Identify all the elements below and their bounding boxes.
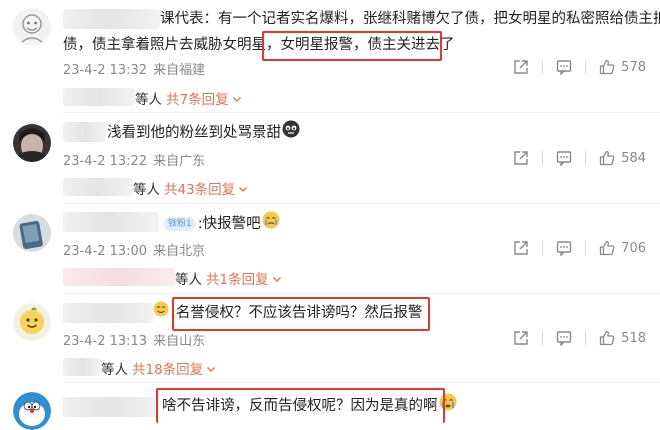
share-icon (513, 240, 529, 256)
highlight-box (172, 297, 430, 331)
tear-emoji-icon (282, 120, 300, 146)
reply-people: 等人 (175, 272, 202, 288)
reply-people: 等人 (133, 182, 160, 198)
like-button[interactable]: 706 (599, 240, 646, 256)
avatar[interactable] (13, 392, 51, 430)
like-count: 706 (621, 240, 646, 256)
blurred-username[interactable] (63, 122, 107, 142)
blurred-reply-users[interactable] (63, 358, 101, 376)
separator (63, 203, 660, 204)
reply-count[interactable]: 共18条回复 (132, 362, 203, 378)
chevron-down-icon (272, 272, 282, 288)
separator (63, 382, 660, 383)
reply-people: 等人 (135, 92, 162, 108)
comment-location: 来自山东 (153, 334, 206, 349)
like-button[interactable]: 578 (599, 59, 646, 75)
smile-emoji-icon (153, 301, 169, 325)
comment-location: 来自福建 (153, 63, 206, 78)
comment-icon (556, 240, 572, 256)
like-count: 518 (621, 330, 646, 346)
like-button[interactable]: 518 (599, 330, 646, 346)
like-count: 578 (621, 59, 646, 75)
comment-date: 23-4-2 13:00 (63, 244, 148, 259)
comment-meta: 23-4-2 13:00 来自北京 (63, 240, 205, 259)
comment-text: 铁粉1:快报警吧 (162, 211, 280, 237)
share-button[interactable] (513, 59, 529, 75)
comment-actions: 578 (513, 59, 646, 75)
comment-icon (556, 330, 572, 346)
avatar[interactable] (13, 214, 51, 252)
comment-button[interactable] (556, 330, 572, 346)
divider (542, 331, 544, 345)
reply-count[interactable]: 共1条回复 (206, 272, 269, 288)
like-icon (599, 150, 615, 166)
divider (585, 60, 587, 74)
avatar[interactable] (13, 8, 51, 46)
comment-meta: 23-4-2 13:22 来自广东 (63, 150, 205, 169)
divider (542, 241, 544, 255)
comment-text-plain: :快报警吧 (197, 216, 261, 232)
blurred-reply-users[interactable] (63, 178, 133, 196)
share-button[interactable] (513, 330, 529, 346)
blurred-username[interactable] (63, 303, 153, 323)
blurred-reply-users[interactable] (63, 88, 135, 106)
comment-meta: 23-4-2 13:13 来自山东 (63, 330, 205, 349)
reply-summary[interactable]: 等人 共43条回复 (133, 178, 248, 198)
comment-icon (556, 59, 572, 75)
reply-summary[interactable]: 等人 共1条回复 (175, 268, 282, 288)
highlight-box (262, 31, 442, 61)
comment-button[interactable] (556, 150, 572, 166)
comment-actions: 706 (513, 240, 646, 256)
blurred-reply-users[interactable] (63, 268, 175, 286)
blurred-username[interactable] (63, 397, 159, 417)
highlight-box (156, 388, 445, 423)
like-icon (599, 330, 615, 346)
divider (542, 60, 544, 74)
divider (585, 331, 587, 345)
comment-icon (556, 150, 572, 166)
comment-actions: 584 (513, 150, 646, 166)
comment-button[interactable] (556, 240, 572, 256)
comment-text-line1: 课代表：有一个记者实名爆料，张继科赌博欠了债，把女明星的私密照给债主抵 (160, 11, 660, 27)
blurred-username[interactable] (63, 212, 159, 232)
reply-count[interactable]: 共7条回复 (166, 92, 229, 108)
reply-summary[interactable]: 等人 共7条回复 (135, 88, 242, 108)
like-button[interactable]: 584 (599, 150, 646, 166)
comment-location: 来自北京 (153, 244, 206, 259)
comment-text: 浅看到他的粉丝到处骂景甜 (107, 120, 300, 146)
comment-location: 来自广东 (153, 154, 206, 169)
share-icon (513, 150, 529, 166)
share-button[interactable] (513, 150, 529, 166)
divider (542, 151, 544, 165)
separator (63, 112, 660, 113)
avatar[interactable] (13, 124, 51, 162)
reply-count[interactable]: 共43条回复 (164, 182, 235, 198)
chevron-down-icon (238, 182, 248, 198)
comment-date: 23-4-2 13:13 (63, 334, 148, 349)
separator (63, 293, 660, 294)
like-icon (599, 240, 615, 256)
divider (585, 241, 587, 255)
avatar[interactable] (13, 303, 51, 341)
comment-meta: 23-4-2 13:32 来自福建 (63, 59, 205, 78)
comment-date: 23-4-2 13:32 (63, 63, 148, 78)
reply-people: 等人 (101, 362, 128, 378)
comment-date: 23-4-2 13:22 (63, 154, 148, 169)
share-icon (513, 59, 529, 75)
chevron-down-icon (232, 92, 242, 108)
share-button[interactable] (513, 240, 529, 256)
divider (585, 151, 587, 165)
blurred-username[interactable] (63, 9, 160, 29)
comment-text-plain: 债，债主拿着照片去威胁女明星， (63, 37, 281, 53)
comment-text-plain: 浅看到他的粉丝到处骂景甜 (107, 125, 281, 141)
chevron-down-icon (206, 362, 216, 378)
cry-emoji-icon (262, 211, 280, 237)
share-icon (513, 330, 529, 346)
comment-button[interactable] (556, 59, 572, 75)
comment-actions: 518 (513, 330, 646, 346)
like-count: 584 (621, 150, 646, 166)
fan-badge: 铁粉1 (164, 217, 196, 231)
reply-summary[interactable]: 等人 共18条回复 (101, 358, 216, 378)
like-icon (599, 59, 615, 75)
